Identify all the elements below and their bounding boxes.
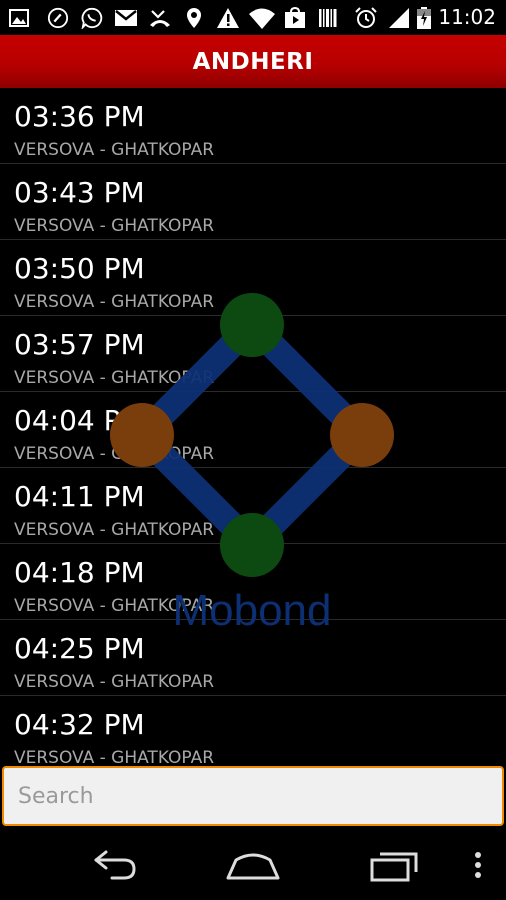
- departure-time: 04:18 PM: [14, 556, 145, 589]
- route-label: VERSOVA - GHATKOPAR: [14, 596, 215, 616]
- list-item[interactable]: 04:11 PM VERSOVA - GHATKOPAR: [0, 468, 506, 544]
- departure-time: 03:43 PM: [14, 176, 145, 209]
- departure-time: 04:25 PM: [14, 632, 145, 665]
- whatsapp-icon: [81, 7, 103, 29]
- route-label: VERSOVA - GHATKOPAR: [14, 140, 215, 160]
- wifi-icon: [249, 8, 275, 29]
- list-item[interactable]: 03:36 PM VERSOVA - GHATKOPAR: [0, 88, 506, 164]
- departure-time: 04:32 PM: [14, 708, 145, 741]
- list-item[interactable]: 04:04 PM VERSOVA - GHATKOPAR: [0, 392, 506, 468]
- departure-time: 03:57 PM: [14, 328, 145, 361]
- route-label: VERSOVA - GHATKOPAR: [14, 444, 215, 464]
- list-item[interactable]: 04:18 PM VERSOVA - GHATKOPAR: [0, 544, 506, 620]
- list-item[interactable]: 04:25 PM VERSOVA - GHATKOPAR: [0, 620, 506, 696]
- missed-call-icon: [150, 10, 170, 27]
- action-bar: ANDHERI: [0, 35, 506, 88]
- recents-icon[interactable]: [364, 842, 424, 888]
- navigation-bar: [0, 830, 506, 900]
- signal-icon: [389, 8, 409, 28]
- route-label: VERSOVA - GHATKOPAR: [14, 748, 215, 764]
- list-item[interactable]: 03:50 PM VERSOVA - GHATKOPAR: [0, 240, 506, 316]
- departure-time: 03:36 PM: [14, 100, 145, 133]
- timetable-list[interactable]: 03:36 PM VERSOVA - GHATKOPAR 03:43 PM VE…: [0, 88, 506, 764]
- departure-time: 04:11 PM: [14, 480, 145, 513]
- route-label: VERSOVA - GHATKOPAR: [14, 216, 215, 236]
- battery-icon: [417, 7, 431, 29]
- page-title: ANDHERI: [192, 48, 314, 75]
- back-icon[interactable]: [82, 842, 142, 888]
- departure-time: 03:50 PM: [14, 252, 145, 285]
- departure-time: 04:04 PM: [14, 404, 145, 437]
- home-icon[interactable]: [222, 842, 284, 888]
- route-label: VERSOVA - GHATKOPAR: [14, 368, 215, 388]
- warning-icon: [217, 8, 239, 28]
- overflow-menu-icon[interactable]: [468, 842, 488, 888]
- circle-app-icon: [47, 7, 69, 29]
- search-input[interactable]: [4, 768, 502, 824]
- alarm-icon: [355, 7, 377, 28]
- play-store-icon: [285, 7, 305, 28]
- list-item[interactable]: 03:43 PM VERSOVA - GHATKOPAR: [0, 164, 506, 240]
- location-icon: [187, 8, 201, 28]
- gmail-icon: [115, 10, 137, 26]
- list-item[interactable]: 03:57 PM VERSOVA - GHATKOPAR: [0, 316, 506, 392]
- barcode-icon: [319, 9, 337, 27]
- status-bar: 11:02: [0, 0, 506, 35]
- list-item[interactable]: 04:32 PM VERSOVA - GHATKOPAR: [0, 696, 506, 764]
- route-label: VERSOVA - GHATKOPAR: [14, 292, 215, 312]
- search-box[interactable]: [2, 766, 504, 826]
- route-label: VERSOVA - GHATKOPAR: [14, 520, 215, 540]
- status-time: 11:02: [438, 5, 496, 29]
- gallery-icon: [9, 9, 29, 27]
- route-label: VERSOVA - GHATKOPAR: [14, 672, 215, 692]
